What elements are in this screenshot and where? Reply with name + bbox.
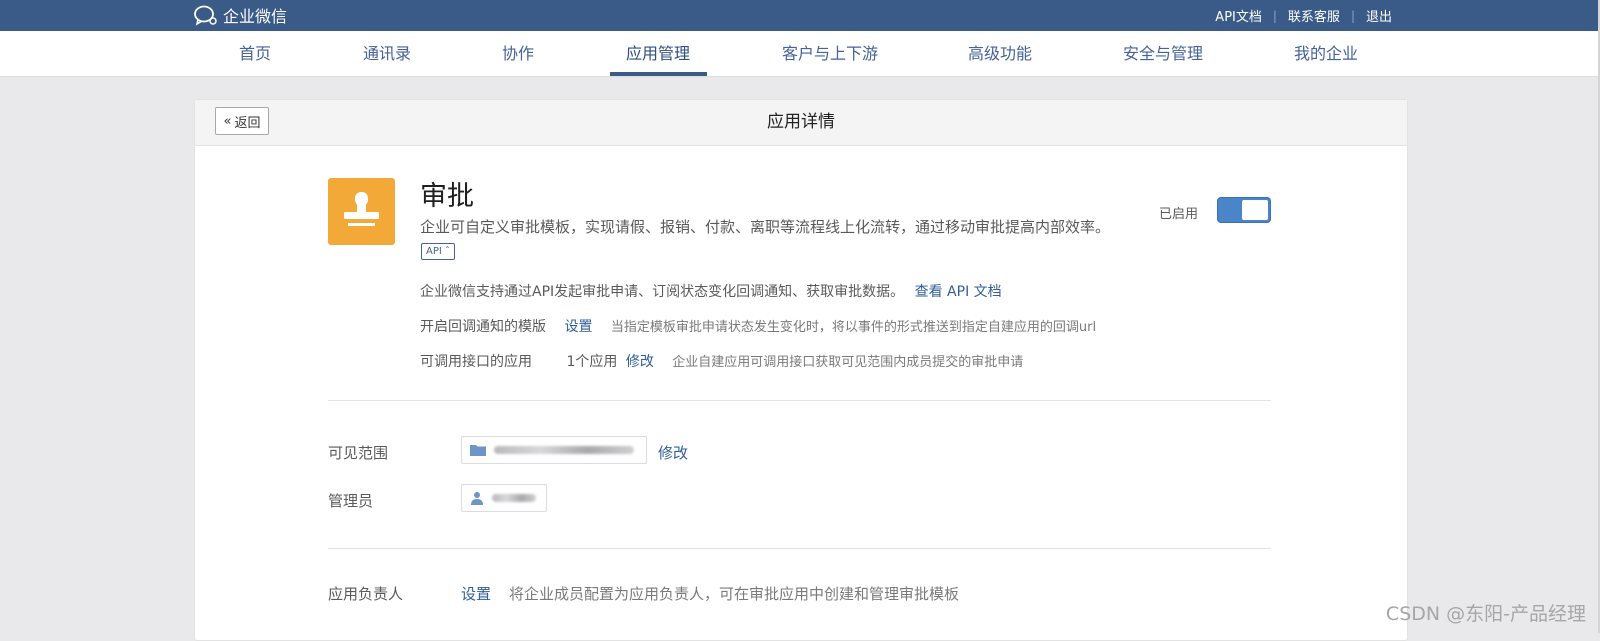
divider bbox=[328, 548, 1271, 549]
nav-home[interactable]: 首页 bbox=[239, 31, 271, 76]
back-button-label: 返回 bbox=[234, 115, 261, 131]
brand-name: 企业微信 bbox=[223, 7, 288, 26]
visibility-label: 可见范围 bbox=[328, 444, 389, 462]
owner-note: 将企业成员配置为应用负责人，可在审批应用中创建和管理审批模板 bbox=[509, 585, 960, 603]
admin-chip bbox=[461, 484, 547, 512]
status-label: 已启用 bbox=[1159, 207, 1199, 222]
redacted-department-name bbox=[494, 446, 634, 454]
card-header: 应用详情 « 返回 bbox=[195, 100, 1407, 146]
callback-template-label: 开启回调通知的模版 bbox=[420, 319, 546, 335]
divider bbox=[328, 400, 1271, 401]
visibility-scope-chip bbox=[461, 436, 647, 464]
separator: | bbox=[1350, 8, 1355, 23]
brand-logo[interactable]: 企业微信 bbox=[193, 4, 287, 26]
api-info-text: 企业微信支持通过API发起审批申请、订阅状态变化回调通知、获取审批数据。 bbox=[420, 284, 905, 300]
wecom-logo-icon bbox=[194, 5, 217, 26]
separator: | bbox=[1272, 8, 1277, 23]
callback-template-line: 开启回调通知的模版 设置 当指定模板审批申请状态发生变化时，将以事件的形式推送到… bbox=[420, 316, 1096, 336]
folder-icon bbox=[470, 445, 486, 456]
api-apps-edit-link[interactable]: 修改 bbox=[626, 354, 654, 370]
nav-advanced[interactable]: 高级功能 bbox=[968, 31, 1032, 76]
back-button[interactable]: « 返回 bbox=[215, 107, 269, 135]
api-apps-note: 企业自建应用可调用接口获取可见范围内成员提交的审批申请 bbox=[672, 355, 1024, 370]
view-api-docs-link[interactable]: 查看 API 文档 bbox=[915, 284, 1002, 300]
nav-contacts[interactable]: 通讯录 bbox=[363, 31, 411, 76]
api-tag[interactable]: API ˆ bbox=[421, 243, 456, 260]
owner-setting-link[interactable]: 设置 bbox=[461, 583, 491, 604]
nav-customers[interactable]: 客户与上下游 bbox=[782, 31, 878, 76]
user-icon bbox=[471, 492, 483, 505]
stamp-icon bbox=[344, 192, 379, 226]
callback-setting-link[interactable]: 设置 bbox=[564, 319, 592, 335]
contact-support-link[interactable]: 联系客服 bbox=[1288, 6, 1340, 25]
nav-collaboration[interactable]: 协作 bbox=[502, 31, 534, 76]
api-tag-label: API bbox=[426, 246, 442, 257]
nav-app-management[interactable]: 应用管理 bbox=[626, 31, 690, 76]
api-apps-count: 1个应用 bbox=[566, 354, 618, 370]
api-info-line: 企业微信支持通过API发起审批申请、订阅状态变化回调通知、获取审批数据。 查看 … bbox=[420, 281, 1002, 301]
app-description: 企业可自定义审批模板，实现请假、报销、付款、离职等流程线上化流转，通过移动审批提… bbox=[420, 218, 1111, 236]
enable-toggle[interactable] bbox=[1217, 197, 1271, 223]
app-name: 审批 bbox=[420, 181, 474, 212]
active-tab-indicator bbox=[610, 72, 707, 76]
api-docs-link[interactable]: API文档 bbox=[1215, 6, 1262, 25]
top-links: API文档 | 联系客服 | 退出 bbox=[1215, 0, 1392, 31]
toggle-knob bbox=[1242, 200, 1268, 220]
redacted-admin-name bbox=[492, 494, 536, 502]
double-chevron-left-icon: « bbox=[223, 113, 232, 129]
page-title: 应用详情 bbox=[767, 112, 835, 132]
app-icon bbox=[328, 178, 395, 245]
watermark: CSDN @东阳-产品经理 bbox=[1385, 603, 1586, 625]
visibility-edit-link[interactable]: 修改 bbox=[658, 442, 688, 463]
chevron-up-icon: ˆ bbox=[445, 246, 451, 257]
app-detail-card: 应用详情 « 返回 审批 企业可自定义审批模板，实现请假、报销、付款、离职等流程… bbox=[194, 99, 1408, 641]
owner-label: 应用负责人 bbox=[328, 585, 404, 603]
nav-security[interactable]: 安全与管理 bbox=[1123, 31, 1203, 76]
api-apps-line: 可调用接口的应用 1个应用 修改 企业自建应用可调用接口获取可见范围内成员提交的… bbox=[420, 351, 1023, 371]
api-apps-label: 可调用接口的应用 bbox=[420, 354, 532, 370]
admin-label: 管理员 bbox=[328, 492, 374, 510]
logout-link[interactable]: 退出 bbox=[1366, 6, 1392, 25]
top-bar: 企业微信 API文档 | 联系客服 | 退出 bbox=[0, 0, 1600, 31]
callback-note: 当指定模板审批申请状态发生变化时，将以事件的形式推送到指定自建应用的回调url bbox=[610, 320, 1097, 335]
main-nav: 首页 通讯录 协作 应用管理 客户与上下游 高级功能 安全与管理 我的企业 bbox=[0, 31, 1598, 77]
nav-my-company[interactable]: 我的企业 bbox=[1294, 31, 1358, 76]
